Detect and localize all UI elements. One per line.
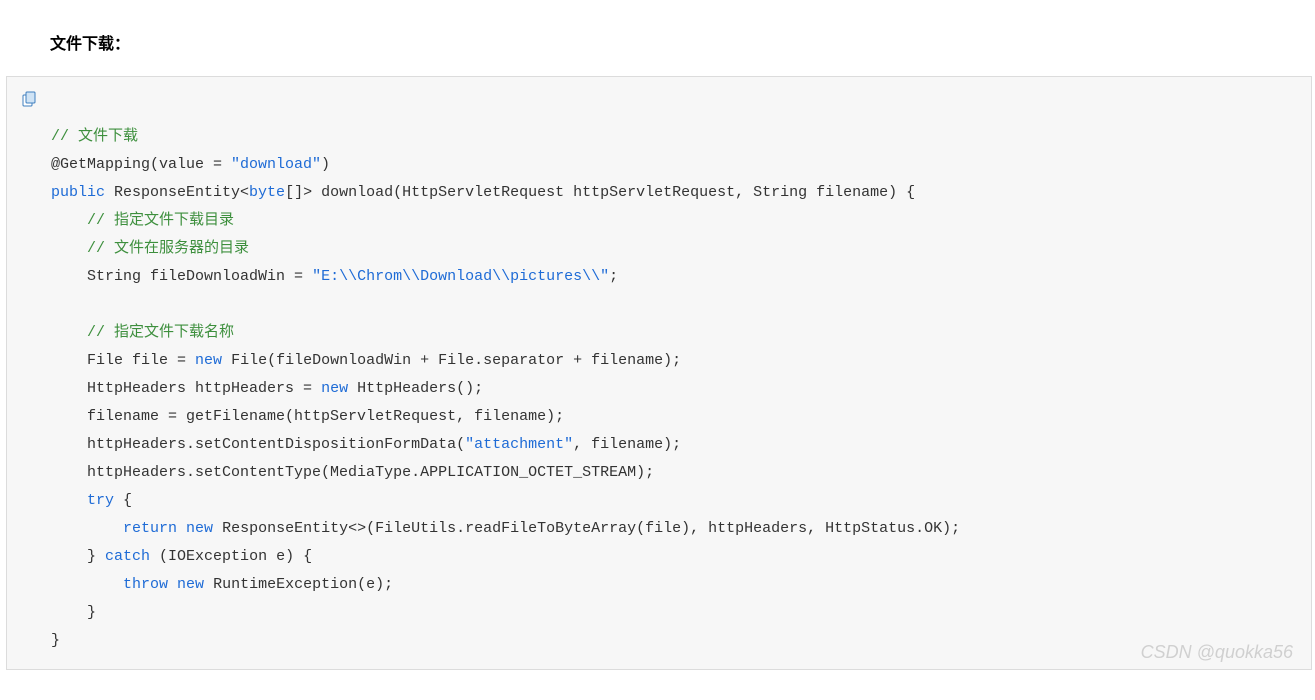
code-token-keyword: public bbox=[51, 184, 105, 201]
code-token-comment: // 文件在服务器的目录 bbox=[87, 240, 249, 257]
code-token-string: "attachment" bbox=[465, 436, 573, 453]
code-token-keyword: new bbox=[186, 520, 213, 537]
code-block: // 文件下载 @GetMapping(value = "download") … bbox=[21, 123, 1311, 655]
code-token-keyword: new bbox=[177, 576, 204, 593]
code-token-comment: // 文件下载 bbox=[51, 128, 138, 145]
code-token-keyword: new bbox=[195, 352, 222, 369]
code-token-keyword: return bbox=[123, 520, 177, 537]
code-token-keyword: new bbox=[321, 380, 348, 397]
code-panel: // 文件下载 @GetMapping(value = "download") … bbox=[6, 76, 1312, 670]
code-token-keyword: byte bbox=[249, 184, 285, 201]
code-token-keyword: try bbox=[87, 492, 114, 509]
code-token-keyword: throw bbox=[123, 576, 168, 593]
code-token-string: "download" bbox=[231, 156, 321, 173]
code-token-string: "E:\\Chrom\\Download\\pictures\\" bbox=[312, 268, 609, 285]
code-token-comment: // 指定文件下载目录 bbox=[87, 212, 234, 229]
section-heading: 文件下载： bbox=[50, 30, 1315, 54]
copy-icon[interactable] bbox=[21, 91, 37, 107]
code-token-comment: // 指定文件下载名称 bbox=[87, 324, 234, 341]
code-token-keyword: catch bbox=[105, 548, 150, 565]
